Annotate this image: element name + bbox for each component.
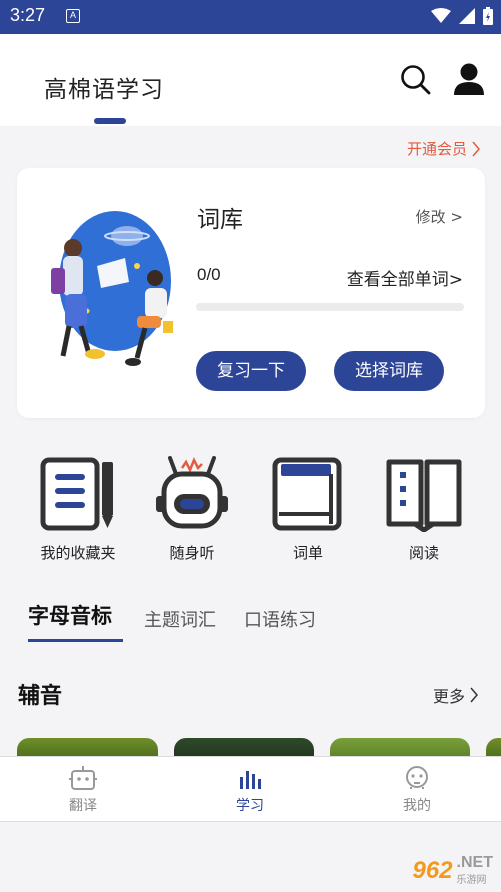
vocab-title: 词库 — [197, 207, 243, 233]
system-icons — [431, 7, 493, 25]
signal-icon — [459, 8, 475, 24]
review-button[interactable]: 复习一下 — [196, 351, 306, 391]
book-icon — [272, 457, 342, 531]
feature-reading[interactable]: 阅读 — [374, 454, 474, 563]
progress-count: 0/0 — [197, 265, 221, 284]
membership-label: 开通会员 — [406, 140, 467, 158]
notebook-pencil-icon — [40, 457, 113, 531]
section-title: 辅音 — [18, 684, 63, 709]
view-all-words-link[interactable]: 查看全部单词> — [347, 265, 463, 290]
battery-icon — [483, 7, 493, 25]
robot-icon — [156, 456, 228, 529]
feature-label: 阅读 — [408, 544, 439, 562]
thumbnail-card[interactable] — [174, 738, 314, 758]
consonant-thumbnails — [0, 738, 501, 758]
feature-label: 词单 — [292, 544, 323, 562]
open-book-icon — [386, 459, 462, 532]
thumbnail-card[interactable] — [486, 738, 501, 758]
more-link[interactable]: 更多 — [433, 683, 479, 707]
feature-label: 我的收藏夹 — [40, 544, 116, 562]
more-label: 更多 — [432, 687, 465, 706]
feature-word-list[interactable]: 词单 — [258, 454, 358, 563]
tab-alphabet[interactable]: 字母音标 — [28, 600, 112, 630]
title-underline — [94, 118, 126, 124]
bottom-nav: 翻译 学习 我的 — [0, 756, 501, 822]
app-bar: 高棉语学习 — [0, 34, 501, 126]
robot-icon — [69, 766, 97, 790]
nav-profile[interactable]: 我的 — [377, 765, 457, 815]
choose-vocab-button[interactable]: 选择词库 — [334, 351, 444, 391]
face-icon — [406, 766, 428, 789]
watermark-number: 962 — [412, 856, 453, 884]
search-icon[interactable] — [400, 64, 432, 96]
feature-shortcuts: 我的收藏夹 随身听 词单 阅读 — [0, 454, 501, 564]
nav-label: 学习 — [236, 798, 264, 814]
watermark: 962 .NET 乐游网 — [412, 854, 494, 887]
watermark-subtitle: 乐游网 — [456, 875, 487, 886]
tab-topic-vocab[interactable]: 主题词汇 — [144, 606, 216, 632]
page-title: 高棉语学习 — [44, 77, 164, 103]
thumbnail-card[interactable] — [330, 738, 470, 758]
membership-link[interactable]: 开通会员 — [407, 138, 481, 159]
nav-study[interactable]: 学习 — [210, 765, 290, 815]
chevron-right-icon — [472, 141, 480, 156]
active-tab-indicator — [28, 639, 123, 642]
vocab-card: 词库 修改 > 0/0 查看全部单词> 复习一下 选择词库 — [17, 168, 485, 418]
notification-icon: A — [66, 9, 80, 23]
study-illustration — [51, 211, 173, 366]
edit-vocab-link[interactable]: 修改 > — [416, 206, 463, 227]
feature-listen[interactable]: 随身听 — [142, 454, 242, 563]
progress-bar — [196, 303, 464, 311]
status-bar: 3:27 A — [0, 0, 501, 34]
wifi-icon — [431, 8, 451, 23]
thumbnail-card[interactable] — [17, 738, 158, 758]
watermark-text: .NET 乐游网 — [456, 854, 493, 887]
user-icon[interactable] — [452, 62, 486, 96]
nav-label: 翻译 — [69, 798, 97, 814]
feature-label: 随身听 — [169, 544, 215, 562]
bar-chart-icon — [240, 771, 261, 789]
chevron-right-icon — [470, 687, 478, 703]
nav-translate[interactable]: 翻译 — [43, 765, 123, 815]
nav-label: 我的 — [403, 798, 431, 814]
status-time: 3:27 — [10, 5, 46, 25]
watermark-domain: .NET — [456, 854, 493, 871]
tab-speaking[interactable]: 口语练习 — [244, 606, 316, 632]
feature-favorites[interactable]: 我的收藏夹 — [28, 454, 128, 563]
